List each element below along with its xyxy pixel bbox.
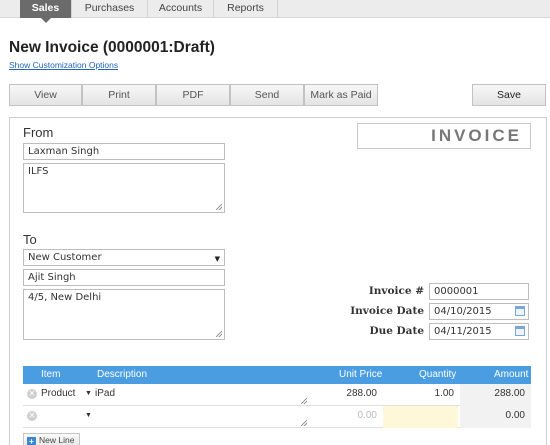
to-address-field[interactable]: 4/5, New Delhi	[23, 289, 225, 340]
due-date-value: 04/11/2015	[434, 326, 492, 337]
plus-icon: +	[27, 437, 36, 445]
unit-price-field[interactable]: 288.00	[311, 384, 381, 406]
header-amount: Amount	[494, 369, 529, 380]
new-line-label: New Line	[39, 435, 75, 445]
tab-purchases[interactable]: Purchases	[72, 0, 148, 18]
amount-value: 288.00	[460, 384, 531, 406]
invoice-date-label: Invoice Date	[350, 305, 424, 317]
pdf-button[interactable]: PDF	[156, 84, 230, 106]
resize-handle-icon[interactable]	[216, 204, 222, 210]
customer-select-value: New Customer	[28, 252, 102, 263]
calendar-icon[interactable]	[515, 306, 525, 316]
items-table-header: Item Description Unit Price Quantity Amo…	[23, 366, 531, 384]
tab-purchases-label: Purchases	[84, 2, 135, 14]
resize-handle-icon[interactable]	[301, 398, 307, 404]
header-quantity: Quantity	[419, 369, 457, 380]
remove-line-icon[interactable]: ✕	[27, 411, 37, 421]
tab-reports-label: Reports	[227, 2, 264, 14]
quantity-field[interactable]	[383, 406, 458, 428]
resize-handle-icon[interactable]	[216, 331, 222, 337]
from-name-field[interactable]: Laxman Singh	[23, 143, 225, 160]
chevron-down-icon: ▼	[85, 390, 92, 397]
unit-price-field[interactable]: 0.00	[311, 406, 381, 428]
tab-sales[interactable]: Sales	[20, 0, 72, 23]
header-unit-price: Unit Price	[339, 369, 383, 380]
chevron-down-icon: ▼	[214, 255, 220, 263]
tab-accounts-label: Accounts	[158, 2, 203, 14]
tab-sales-label: Sales	[31, 2, 60, 14]
invoice-number-label: Invoice #	[368, 285, 424, 297]
invoice-heading: INVOICE	[357, 123, 531, 149]
view-button[interactable]: View	[9, 84, 82, 106]
to-name-field[interactable]: Ajit Singh	[23, 269, 225, 286]
to-label: To	[23, 232, 37, 247]
item-select-value: Product	[41, 388, 76, 399]
table-row: ✕ Product ▼ iPad 288.00 1.00 288.00	[23, 384, 531, 406]
item-select[interactable]: ▼	[41, 406, 93, 428]
amount-value: 0.00	[460, 406, 531, 428]
from-address-text: ILFS	[28, 166, 49, 177]
invoice-number-field[interactable]: 0000001	[429, 283, 529, 300]
resize-handle-icon[interactable]	[301, 420, 307, 426]
header-description: Description	[97, 369, 148, 380]
due-date-field[interactable]: 04/11/2015	[429, 323, 529, 340]
send-button[interactable]: Send	[230, 84, 304, 106]
show-customization-link[interactable]: Show Customization Options	[9, 60, 118, 70]
page-title: New Invoice (0000001:Draft)	[9, 39, 215, 56]
quantity-field[interactable]: 1.00	[383, 384, 458, 406]
from-label: From	[23, 125, 54, 140]
due-date-label: Due Date	[369, 325, 424, 337]
active-tab-caret	[41, 18, 51, 23]
remove-line-icon[interactable]: ✕	[27, 389, 37, 399]
from-address-field[interactable]: ILFS	[23, 163, 225, 213]
print-button[interactable]: Print	[82, 84, 156, 106]
description-field[interactable]	[95, 406, 309, 428]
to-address-text: 4/5, New Delhi	[28, 292, 102, 303]
customer-select[interactable]: New Customer ▼	[23, 249, 225, 266]
top-nav: Sales Purchases Accounts Reports	[0, 0, 550, 23]
tab-accounts[interactable]: Accounts	[148, 0, 214, 18]
item-select[interactable]: Product ▼	[41, 384, 93, 406]
save-button[interactable]: Save	[472, 84, 546, 106]
description-field[interactable]: iPad	[95, 384, 309, 406]
description-value: iPad	[95, 388, 116, 399]
new-line-button[interactable]: + New Line	[23, 433, 81, 445]
mark-as-paid-button[interactable]: Mark as Paid	[304, 84, 378, 106]
tab-reports[interactable]: Reports	[214, 0, 278, 18]
table-row: ✕ ▼ 0.00 0.00	[23, 406, 531, 428]
calendar-icon[interactable]	[515, 326, 525, 336]
header-item: Item	[41, 369, 61, 380]
invoice-date-value: 04/10/2015	[434, 306, 492, 317]
invoice-date-field[interactable]: 04/10/2015	[429, 303, 529, 320]
chevron-down-icon: ▼	[85, 412, 92, 419]
